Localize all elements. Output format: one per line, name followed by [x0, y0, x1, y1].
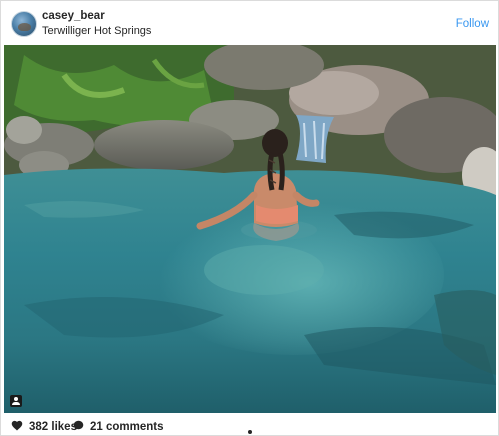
hot-spring-photo [4, 45, 496, 413]
instagram-post-card: casey_bear Terwilliger Hot Springs Follo… [0, 0, 499, 436]
location-link[interactable]: Terwilliger Hot Springs [42, 25, 151, 37]
user-avatar[interactable] [11, 11, 37, 37]
likes-count[interactable]: 382 likes [29, 421, 77, 433]
post-header: casey_bear Terwilliger Hot Springs Follo… [1, 1, 498, 45]
carousel-dot-indicator [248, 430, 252, 434]
comments-count[interactable]: 21 comments [90, 421, 164, 433]
follow-button[interactable]: Follow [456, 18, 489, 30]
heart-icon[interactable] [11, 420, 23, 431]
post-footer: 382 likes 21 comments [1, 414, 498, 436]
comment-bubble-icon[interactable] [73, 420, 84, 431]
username-link[interactable]: casey_bear [42, 10, 105, 22]
user-tag-icon[interactable] [10, 395, 22, 407]
post-photo[interactable] [4, 45, 496, 413]
